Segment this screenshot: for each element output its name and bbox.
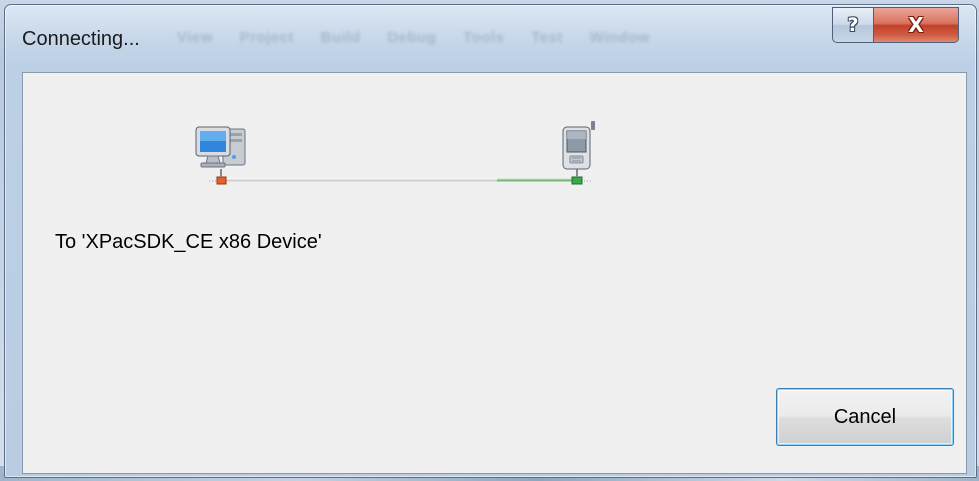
background-menu-item: Build xyxy=(320,29,361,46)
background-menu-item: View xyxy=(177,29,213,46)
source-port-icon xyxy=(216,169,227,185)
pocket-pc-device-icon xyxy=(562,121,595,170)
window-title: Connecting... xyxy=(22,28,140,50)
help-icon: ? xyxy=(847,13,859,36)
connecting-dialog: View Project Build Debug Tools Test Wind… xyxy=(4,4,977,478)
background-menu-item: Project xyxy=(239,29,294,46)
background-menu-item: Window xyxy=(589,29,650,46)
desktop-computer-icon xyxy=(195,126,246,168)
background-menu-item: Tools xyxy=(463,29,505,46)
close-button[interactable]: X xyxy=(874,7,959,43)
help-button[interactable]: ? xyxy=(832,7,874,43)
close-icon: X xyxy=(908,13,924,37)
background-menu-item: Test xyxy=(531,29,563,46)
connection-animation xyxy=(195,121,595,185)
dialog-body: To 'XPacSDK_CE x86 Device' Cancel xyxy=(22,72,967,474)
background-menu-item: Debug xyxy=(387,29,437,46)
title-bar[interactable]: View Project Build Debug Tools Test Wind… xyxy=(5,5,976,63)
cancel-button[interactable]: Cancel xyxy=(776,388,954,446)
background-menu-bar: View Project Build Debug Tools Test Wind… xyxy=(177,29,672,46)
connection-line xyxy=(219,178,576,182)
connection-target-message: To 'XPacSDK_CE x86 Device' xyxy=(55,231,322,253)
target-port-icon xyxy=(571,169,583,185)
